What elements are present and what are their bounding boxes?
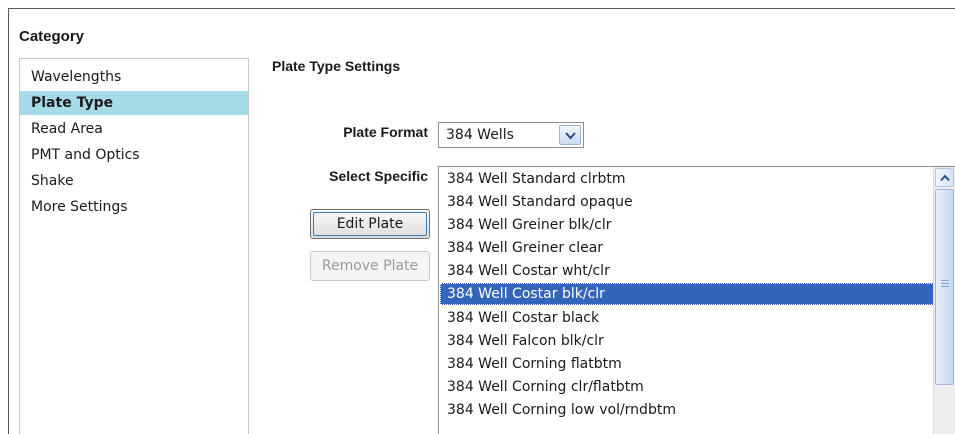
scroll-up-button[interactable] [935, 168, 954, 187]
category-title: Category [19, 28, 85, 45]
chevron-down-icon [565, 132, 576, 140]
plate-list-item[interactable]: 384 Well Costar wht/clr [440, 260, 934, 282]
plate-list-item[interactable]: 384 Well Costar black [440, 307, 934, 329]
remove-plate-button[interactable]: Remove Plate [310, 251, 430, 281]
plate-format-label: Plate Format [343, 124, 428, 140]
dropdown-button[interactable] [559, 125, 581, 145]
section-title: Plate Type Settings [272, 58, 401, 74]
plate-list[interactable]: 384 Well Standard clrbtm 384 Well Standa… [438, 166, 955, 434]
chevron-up-icon [940, 174, 950, 182]
plate-format-value: 384 Wells [446, 127, 514, 143]
edit-plate-button[interactable]: Edit Plate [310, 209, 430, 239]
plate-list-scrollbar[interactable] [933, 167, 955, 434]
plate-list-item[interactable]: 384 Well Corning clr/flatbtm [440, 376, 934, 398]
plate-list-item[interactable]: 384 Well Falcon blk/clr [440, 330, 934, 352]
plate-format-dropdown[interactable]: 384 Wells [438, 122, 584, 148]
category-item-pmt-and-optics[interactable]: PMT and Optics [20, 143, 248, 167]
grip-icon [941, 280, 949, 288]
category-item-more-settings[interactable]: More Settings [20, 195, 248, 219]
plate-list-item[interactable]: 384 Well Greiner clear [440, 237, 934, 259]
category-item-read-area[interactable]: Read Area [20, 117, 248, 141]
plate-list-item-selected[interactable]: 384 Well Costar blk/clr [440, 283, 934, 305]
scroll-thumb[interactable] [935, 189, 954, 385]
category-item-shake[interactable]: Shake [20, 169, 248, 193]
select-specific-label: Select Specific [329, 168, 428, 184]
plate-list-item[interactable]: 384 Well Greiner blk/clr [440, 214, 934, 236]
plate-list-item[interactable]: 384 Well Corning low vol/rndbtm [440, 399, 934, 421]
category-item-wavelengths[interactable]: Wavelengths [20, 65, 248, 89]
plate-list-item[interactable]: 384 Well Corning flatbtm [440, 353, 934, 375]
plate-list-item[interactable]: 384 Well Standard clrbtm [440, 168, 934, 190]
plate-list-item[interactable]: 384 Well Standard opaque [440, 191, 934, 213]
category-item-plate-type[interactable]: Plate Type [20, 91, 248, 115]
category-list: Wavelengths Plate Type Read Area PMT and… [19, 58, 249, 434]
